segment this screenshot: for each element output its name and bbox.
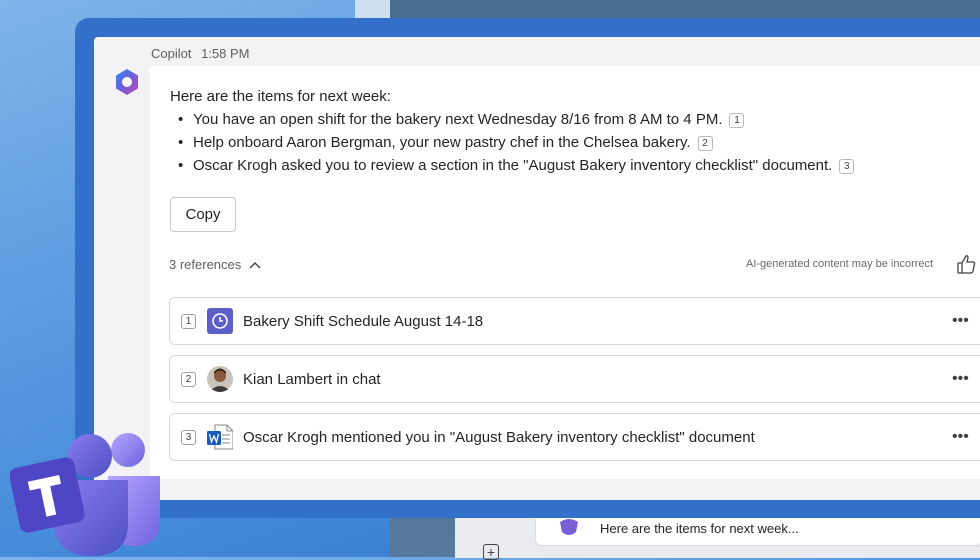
message-body: Here are the items for next week: You ha… xyxy=(170,88,855,177)
citation-marker[interactable]: 1 xyxy=(729,113,745,128)
more-options-icon[interactable]: ••• xyxy=(952,312,969,330)
background-chat-preview-text: Here are the items for next week... xyxy=(600,520,799,536)
reference-title: Oscar Krogh mentioned you in "August Bak… xyxy=(243,428,755,446)
message-list: You have an open shift for the bakery ne… xyxy=(170,108,855,177)
reference-title: Bakery Shift Schedule August 14-18 xyxy=(243,312,484,330)
reference-item[interactable]: 1 Bakery Shift Schedule August 14-18 ••• xyxy=(169,297,980,345)
reference-number: 1 xyxy=(181,313,196,329)
reference-title: Kian Lambert in chat xyxy=(243,370,381,388)
message-meta: Copilot 1:58 PM xyxy=(151,46,250,61)
more-options-icon[interactable]: ••• xyxy=(952,370,969,388)
list-item-text: Oscar Krogh asked you to review a sectio… xyxy=(193,157,833,174)
copilot-mini-icon xyxy=(560,519,578,535)
teams-logo-icon xyxy=(10,433,160,556)
reference-number: 2 xyxy=(181,371,196,387)
word-document-icon xyxy=(207,424,233,450)
calendar-schedule-icon xyxy=(207,308,233,334)
reference-number: 3 xyxy=(181,429,196,445)
list-item-text: You have an open shift for the bakery ne… xyxy=(193,111,723,128)
ai-disclaimer: AI-generated content may be incorrect xyxy=(746,258,934,270)
citation-marker[interactable]: 2 xyxy=(697,136,713,151)
list-item: Help onboard Aaron Bergman, your new pas… xyxy=(170,131,854,154)
copilot-logo-icon xyxy=(116,69,138,95)
references-toggle[interactable]: 3 references xyxy=(169,257,261,272)
list-item-text: Help onboard Aaron Bergman, your new pas… xyxy=(193,134,691,151)
message-intro: Here are the items for next week: xyxy=(170,88,391,105)
sender-name: Copilot xyxy=(151,46,192,61)
list-item: Oscar Krogh asked you to review a sectio… xyxy=(170,154,855,177)
references-toggle-label: 3 references xyxy=(169,257,242,272)
copy-button[interactable]: Copy xyxy=(170,197,236,232)
add-icon[interactable]: + xyxy=(483,544,499,560)
person-avatar xyxy=(207,366,233,392)
chevron-up-icon xyxy=(249,261,261,268)
message-time: 1:58 PM xyxy=(201,46,250,61)
list-item: You have an open shift for the bakery ne… xyxy=(170,108,854,131)
more-options-icon[interactable]: ••• xyxy=(952,428,969,446)
reference-item[interactable]: 2 Kian Lambert in chat ••• xyxy=(169,355,980,403)
thumbs-up-icon[interactable] xyxy=(955,253,977,275)
reference-item[interactable]: 3 Oscar Krogh mentioned you in "August B… xyxy=(169,413,980,461)
citation-marker[interactable]: 3 xyxy=(839,159,855,174)
